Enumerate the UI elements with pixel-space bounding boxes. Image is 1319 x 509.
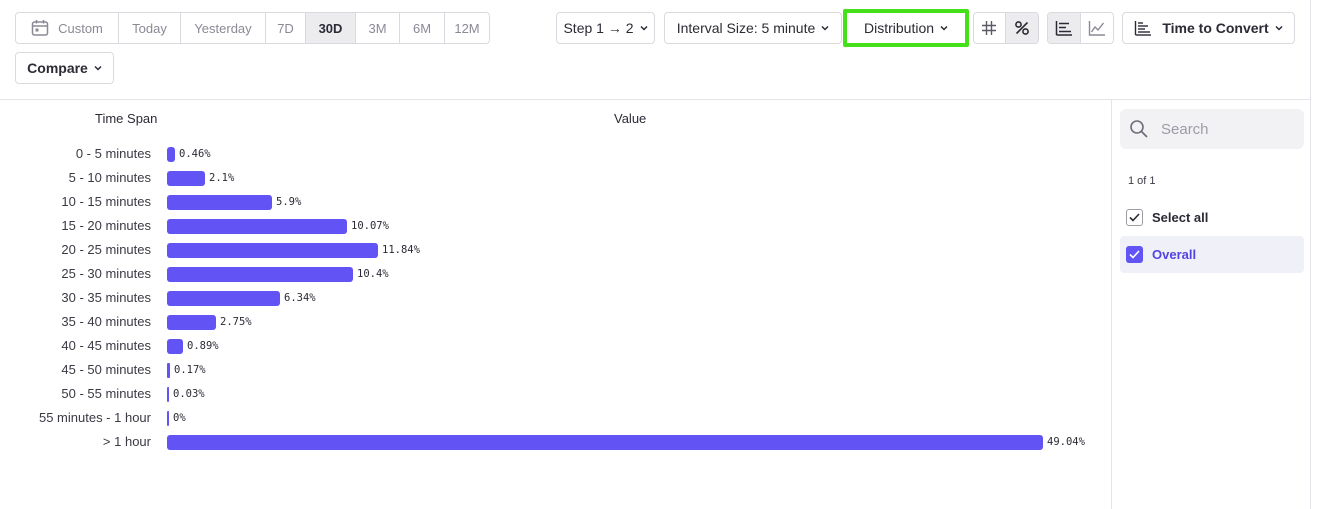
hash-icon	[982, 21, 997, 35]
chevron-down-icon	[1275, 25, 1283, 31]
select-all-option[interactable]: Select all	[1120, 199, 1304, 236]
distribution-bar[interactable]	[167, 219, 347, 234]
sort-bars-icon	[1135, 21, 1152, 36]
line-chart-icon	[1088, 21, 1105, 36]
distribution-bar[interactable]	[167, 267, 353, 282]
select-all-label: Select all	[1152, 210, 1209, 225]
metric-label: Time to Convert	[1162, 20, 1269, 36]
bar-category-label: 5 - 10 minutes	[68, 170, 151, 185]
display-mode-label: Distribution	[863, 20, 935, 36]
distribution-bar[interactable]	[167, 435, 1043, 450]
distribution-bar[interactable]	[167, 339, 183, 354]
step-dropdown[interactable]: Step 1 → 2	[556, 12, 655, 44]
step-label: Step 1 → 2	[563, 20, 634, 36]
distribution-bar[interactable]	[167, 147, 175, 162]
distribution-bar[interactable]	[167, 171, 205, 186]
pager-text: 1 of 1	[1128, 175, 1156, 187]
overall-label: Overall	[1152, 247, 1197, 262]
bar-value-label: 6.34%	[284, 292, 316, 304]
distribution-bar[interactable]	[167, 363, 170, 378]
bar-category-label: 10 - 15 minutes	[61, 194, 151, 209]
bar-chart-icon	[1055, 21, 1072, 36]
bar-category-label: 55 minutes - 1 hour	[38, 410, 151, 425]
chevron-down-icon	[639, 25, 648, 31]
date-range-today[interactable]: Today	[119, 13, 181, 43]
date-range-custom-label: Custom	[58, 20, 103, 36]
chevron-down-icon	[94, 65, 102, 71]
checkmark-icon	[1129, 250, 1140, 259]
date-range-12m[interactable]: 12M	[445, 13, 489, 43]
compare-dropdown[interactable]: Compare	[15, 52, 114, 84]
checkmark-icon	[1129, 213, 1140, 222]
display-mode-dropdown[interactable]: Distribution	[843, 9, 969, 47]
bar-value-label: 11.84%	[382, 244, 420, 256]
series-item-overall[interactable]: Overall	[1120, 236, 1304, 273]
bar-category-label: > 1 hour	[102, 434, 151, 449]
bar-value-label: 0.03%	[173, 388, 205, 400]
bar-category-label: 45 - 50 minutes	[61, 362, 151, 377]
search-box	[1120, 109, 1304, 149]
percent-format-button[interactable]	[1005, 13, 1038, 43]
search-input[interactable]	[1161, 120, 1291, 138]
bar-value-label: 0.89%	[187, 340, 219, 352]
bar-category-label: 30 - 35 minutes	[61, 290, 151, 305]
chevron-down-icon	[821, 25, 829, 31]
sidebar-divider	[1111, 100, 1112, 509]
date-range-yesterday[interactable]: Yesterday	[181, 13, 266, 43]
select-all-checkbox[interactable]	[1126, 209, 1143, 226]
distribution-bar[interactable]	[167, 387, 169, 402]
distribution-bar[interactable]	[167, 243, 378, 258]
date-range-group: Custom Today Yesterday 7D 30D 3M 6M 12M	[15, 12, 490, 44]
distribution-bar[interactable]	[167, 411, 169, 426]
bar-value-label: 0.17%	[174, 364, 206, 376]
date-range-3m[interactable]: 3M	[356, 13, 400, 43]
bar-value-label: 2.1%	[209, 172, 235, 184]
search-icon	[1130, 120, 1148, 138]
line-chart-button[interactable]	[1081, 13, 1114, 43]
bar-value-label: 0.46%	[179, 148, 211, 160]
metric-dropdown[interactable]: Time to Convert	[1122, 12, 1295, 44]
bar-category-label: 20 - 25 minutes	[61, 242, 151, 257]
value-header: Value	[614, 111, 647, 126]
bar-value-label: 0%	[173, 412, 186, 424]
overall-checkbox[interactable]	[1126, 246, 1143, 263]
chevron-down-icon	[940, 25, 948, 31]
time-span-header: Time Span	[95, 111, 158, 126]
date-range-30d[interactable]: 30D	[306, 13, 356, 43]
bar-category-label: 40 - 45 minutes	[61, 338, 151, 353]
bar-chart-button[interactable]	[1048, 13, 1081, 43]
distribution-bar[interactable]	[167, 291, 280, 306]
date-range-7d[interactable]: 7D	[266, 13, 306, 43]
percent-icon	[1014, 21, 1029, 35]
chart-type-toggle	[1047, 12, 1114, 44]
bar-value-label: 10.07%	[351, 220, 389, 232]
date-range-custom[interactable]: Custom	[16, 13, 119, 43]
date-range-6m[interactable]: 6M	[400, 13, 445, 43]
interval-size-dropdown[interactable]: Interval Size: 5 minute	[664, 12, 842, 44]
bar-category-label: 50 - 55 minutes	[61, 386, 151, 401]
bar-category-label: 0 - 5 minutes	[75, 146, 151, 161]
toolbar-divider	[0, 99, 1311, 100]
bar-value-label: 5.9%	[276, 196, 302, 208]
bar-category-label: 35 - 40 minutes	[61, 314, 151, 329]
bar-value-label: 49.04%	[1047, 436, 1085, 448]
bar-value-label: 2.75%	[220, 316, 252, 328]
frame-edge	[1310, 0, 1311, 509]
distribution-bar[interactable]	[167, 315, 216, 330]
count-format-button[interactable]	[974, 13, 1006, 43]
value-format-toggle	[973, 12, 1039, 44]
bar-category-label: 25 - 30 minutes	[61, 266, 151, 281]
distribution-bar[interactable]	[167, 195, 272, 210]
bar-value-label: 10.4%	[357, 268, 389, 280]
bar-category-label: 15 - 20 minutes	[61, 218, 151, 233]
compare-label: Compare	[27, 60, 88, 76]
interval-size-label: Interval Size: 5 minute	[676, 20, 816, 36]
calendar-icon	[31, 19, 49, 37]
